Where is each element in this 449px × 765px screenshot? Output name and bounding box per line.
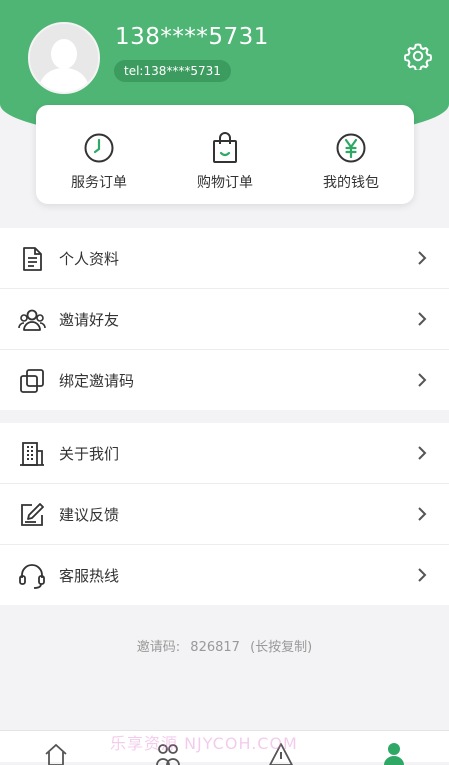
invite-code-row[interactable]: 邀请码: 826817 (长按复制) [0,636,449,655]
document-icon [23,247,42,271]
menu-item-customer-service[interactable]: 客服热线 [0,545,449,605]
people-icon [18,309,46,331]
copy-icon [20,369,44,393]
service-orders-button[interactable]: 服务订单 [36,105,162,204]
menu-item-invite-friends[interactable]: 邀请好友 [0,289,449,350]
wallet-label: 我的钱包 [323,175,379,191]
shopping-bag-icon [213,132,237,163]
avatar[interactable] [28,22,100,94]
menu-label-profile: 个人资料 [59,250,120,268]
edit-icon [21,503,44,526]
menu-item-feedback[interactable]: 建议反馈 [0,484,449,545]
menu-item-about-us[interactable]: 关于我们 [0,423,449,484]
menu-label-about-us: 关于我们 [59,445,120,463]
quick-actions-card: 服务订单 购物订单 我的钱包 [36,105,414,204]
shopping-orders-button[interactable]: 购物订单 [162,105,288,204]
wallet-button[interactable]: 我的钱包 [288,105,414,204]
building-icon [20,442,44,466]
user-icon[interactable] [381,741,407,765]
settings-gear-icon[interactable] [404,42,432,70]
chevron-right-icon [418,507,427,521]
invite-code-hint: (长按复制) [250,640,313,655]
headset-icon [19,564,45,589]
chevron-right-icon [418,373,427,387]
menu-group-account: 个人资料 邀请好友 绑定邀请码 [0,228,449,410]
clock-icon [84,133,114,163]
chevron-right-icon [418,446,427,460]
menu-label-bind-invite-code: 绑定邀请码 [59,372,135,390]
invite-code-label: 邀请码: [136,640,181,655]
menu-label-customer-service: 客服热线 [59,567,120,585]
menu-group-about: 关于我们 建议反馈 客服热线 [0,423,449,605]
home-icon[interactable] [43,741,69,765]
watermark-text: 乐享资源 NJYCOH.COM [110,734,298,753]
yen-icon [336,133,366,163]
service-orders-label: 服务订单 [71,175,127,191]
tel-badge: tel:138****5731 [114,60,231,82]
chevron-right-icon [418,568,427,582]
menu-label-invite-friends: 邀请好友 [59,311,120,329]
menu-item-profile[interactable]: 个人资料 [0,228,449,289]
chevron-right-icon [418,251,427,265]
menu-item-bind-invite-code[interactable]: 绑定邀请码 [0,350,449,410]
shopping-orders-label: 购物订单 [197,175,253,191]
invite-code-value: 826817 [190,640,240,655]
chevron-right-icon [418,312,427,326]
default-avatar-icon [30,24,98,92]
user-phone: 138****5731 [115,24,269,50]
menu-label-feedback: 建议反馈 [59,506,120,524]
